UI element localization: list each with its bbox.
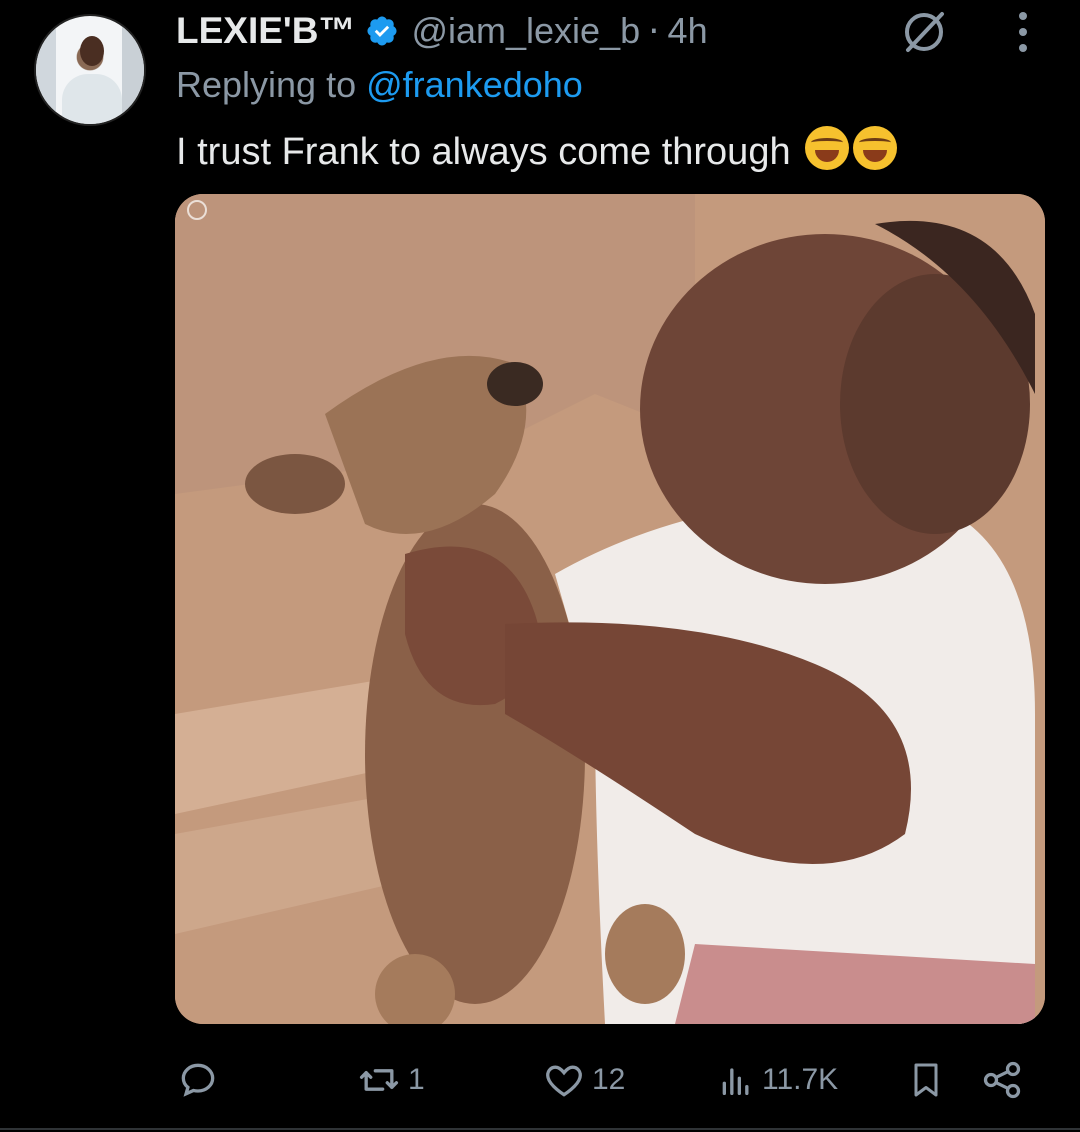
replying-to: Replying to @frankedoho xyxy=(176,64,583,106)
tweet-actions: 1 12 11.7K xyxy=(0,1048,1080,1112)
face-with-tears-of-joy-emoji xyxy=(805,126,850,170)
bookmark-icon xyxy=(914,1063,938,1097)
like-count: 12 xyxy=(592,1063,626,1096)
tweet-text-content: I trust Frank to always come through xyxy=(176,131,791,173)
bookmark-button[interactable] xyxy=(906,1048,946,1112)
display-name[interactable]: LEXIE'B™ xyxy=(176,10,355,52)
replying-to-link[interactable]: @frankedoho xyxy=(366,64,583,105)
timestamp[interactable]: 4h xyxy=(668,10,708,52)
tweet-header: LEXIE'B™ @iam_lexie_b · 4h xyxy=(176,6,708,56)
share-button[interactable] xyxy=(980,1048,1024,1112)
more-vertical-icon[interactable] xyxy=(1012,8,1034,56)
reply-icon xyxy=(181,1063,215,1097)
divider xyxy=(0,1128,1080,1130)
retweet-button[interactable]: 1 xyxy=(356,1048,425,1112)
views-icon xyxy=(722,1068,749,1095)
mute-icon[interactable] xyxy=(898,6,950,58)
photo-illustration xyxy=(175,194,1045,1024)
share-icon xyxy=(983,1061,1021,1099)
separator-dot: · xyxy=(648,10,660,52)
views-count: 11.7K xyxy=(762,1063,839,1096)
retweet-count: 1 xyxy=(408,1063,425,1096)
rolling-on-floor-laughing-emoji xyxy=(853,126,898,170)
heart-icon xyxy=(546,1065,582,1097)
like-button[interactable]: 12 xyxy=(542,1048,625,1112)
user-handle[interactable]: @iam_lexie_b xyxy=(411,10,640,52)
reply-button[interactable] xyxy=(176,1048,226,1112)
tweet-text: I trust Frank to always come through xyxy=(176,126,898,174)
avatar[interactable] xyxy=(34,14,146,126)
tweet[interactable]: LEXIE'B™ @iam_lexie_b · 4h Replying to @… xyxy=(0,0,1080,1132)
verified-badge-icon xyxy=(367,16,397,46)
tweet-image[interactable] xyxy=(175,194,1045,1024)
retweet-icon xyxy=(359,1069,399,1091)
views-button[interactable]: 11.7K xyxy=(716,1048,838,1112)
replying-prefix: Replying to xyxy=(176,64,357,105)
